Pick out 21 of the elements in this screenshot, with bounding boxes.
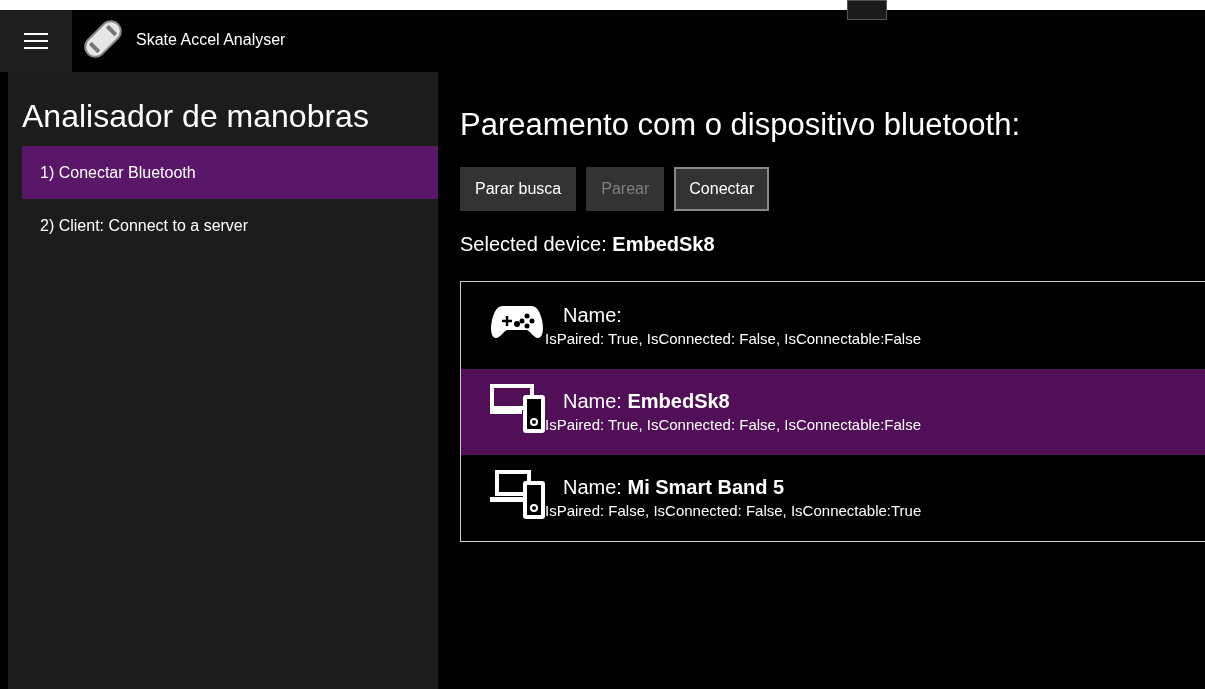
device-name: Name: EmbedSk8 (562, 389, 731, 414)
gamepad-icon (491, 304, 543, 341)
device-name: Name: Mi Smart Band 5 (562, 474, 786, 500)
action-button[interactable]: Conectar (674, 166, 770, 211)
app-title: Skate Accel Analyser (136, 30, 286, 50)
device-name: Name: (562, 303, 623, 329)
nav-item[interactable]: 1) Conectar Bluetooth (22, 146, 438, 199)
page-heading: Pareamento com o dispositivo bluetooth: (460, 106, 1022, 144)
device-status: IsPaired: False, IsConnected: False, IsConnectable:True (545, 500, 922, 521)
device-row[interactable]: Name: EmbedSk8 IsPaired: True, IsConnected: False, IsConnectable:False (461, 369, 1205, 455)
device-status: IsPaired: True, IsConnected: False, IsConnectable:False (545, 415, 922, 435)
nav-item[interactable]: 2) Client: Connect to a server (22, 199, 438, 252)
device-status: IsPaired: True, IsConnected: False, IsConnectable:False (545, 329, 922, 350)
selected-device-text: Selected device: EmbedSk8 (460, 231, 716, 257)
window-handle (847, 0, 887, 20)
laptop-phone-icon (489, 468, 545, 519)
menu-button[interactable] (0, 10, 72, 72)
action-button[interactable]: Parar busca (460, 166, 577, 211)
devices-icon (489, 383, 545, 433)
menu-icon (23, 32, 49, 50)
sidebar-title: Analisador de manobras (22, 97, 370, 136)
